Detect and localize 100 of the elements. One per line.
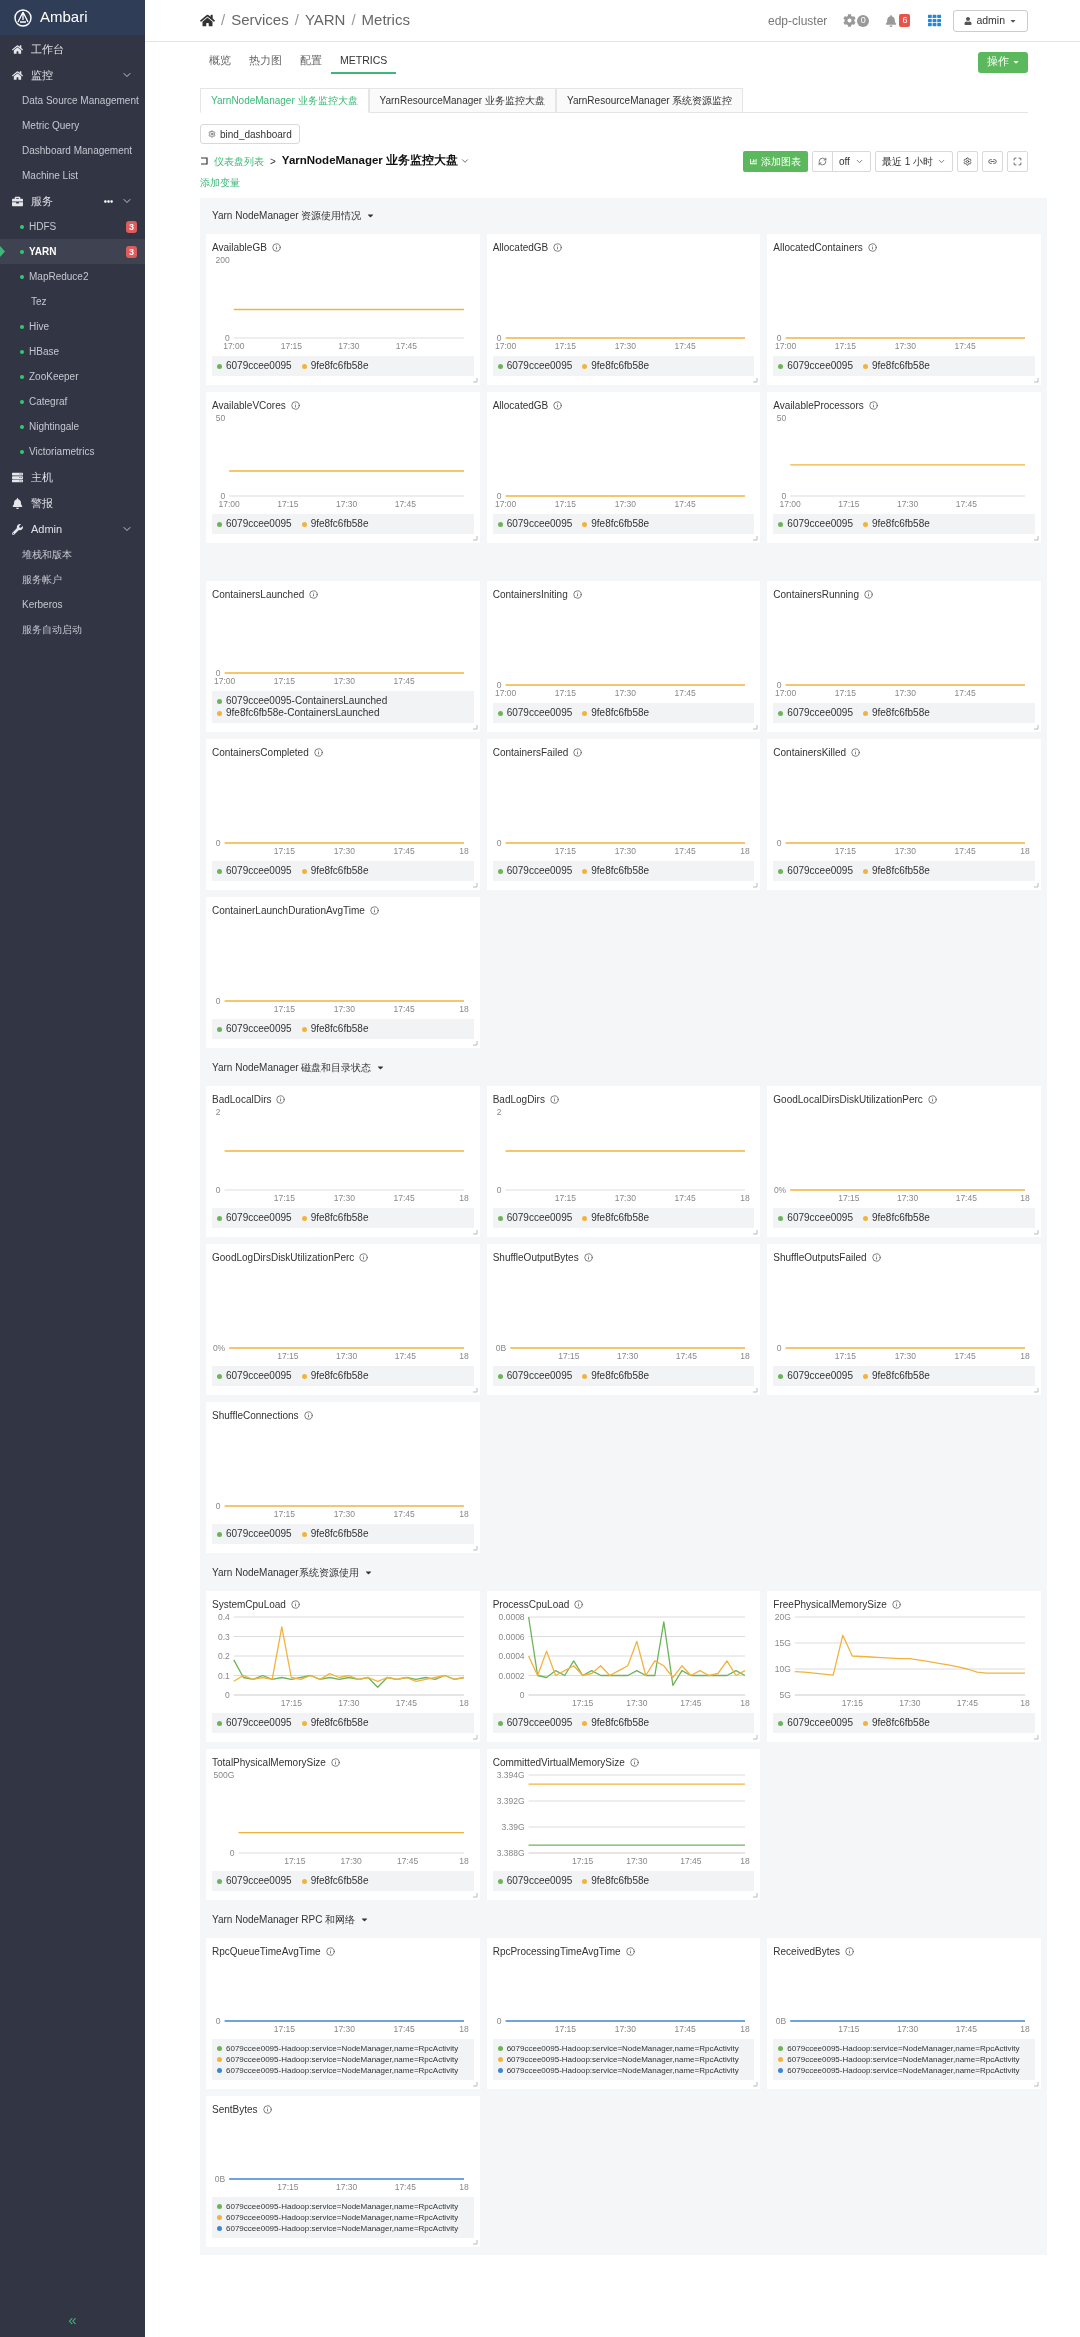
legend-label[interactable]: 6079ccee0095-Hadoop:service=NodeManager,name=RpcActivity	[506, 2043, 739, 2054]
bind-dashboard-button[interactable]: bind_dashboard	[200, 124, 300, 144]
legend-label[interactable]: 6079ccee0095	[506, 1717, 573, 1729]
legend-label[interactable]: 9fe8fc6fb58e	[871, 707, 930, 719]
resize-handle-icon[interactable]	[471, 1734, 478, 1740]
legend-label[interactable]: 9fe8fc6fb58e	[871, 518, 930, 530]
legend-label[interactable]: 9fe8fc6fb58e-ContainersLaunched	[226, 707, 380, 719]
legend-label[interactable]: 9fe8fc6fb58e	[871, 1212, 930, 1224]
section-title[interactable]: Yarn NodeManager系统资源使用	[212, 1564, 359, 1580]
info-icon[interactable]	[927, 1094, 937, 1104]
info-icon[interactable]	[553, 400, 563, 410]
legend-label[interactable]: 6079ccee0095	[506, 865, 573, 877]
user-menu-button[interactable]: admin	[953, 9, 1028, 32]
legend-label[interactable]: 6079ccee0095	[787, 518, 853, 530]
resize-handle-icon[interactable]	[471, 724, 478, 730]
resize-handle-icon[interactable]	[752, 724, 759, 730]
legend-label[interactable]: 6079ccee0095-Hadoop:service=NodeManager,name=RpcActivity	[506, 2065, 739, 2076]
legend-label[interactable]: 6079ccee0095	[787, 360, 853, 372]
info-icon[interactable]	[629, 1757, 639, 1767]
legend-label[interactable]: 6079ccee0095-Hadoop:service=NodeManager,name=RpcActivity	[226, 2212, 459, 2223]
info-icon[interactable]	[583, 1252, 593, 1262]
legend-label[interactable]: 6079ccee0095-Hadoop:service=NodeManager,name=RpcActivity	[226, 2043, 459, 2054]
sidebar-subitem[interactable]: YARN	[29, 244, 57, 259]
home-icon[interactable]	[200, 13, 215, 28]
info-icon[interactable]	[290, 1599, 300, 1609]
info-icon[interactable]	[262, 2104, 272, 2114]
section-title[interactable]: Yarn NodeManager 磁盘和目录状态	[212, 1059, 372, 1075]
resize-handle-icon[interactable]	[471, 1040, 478, 1046]
resize-handle-icon[interactable]	[752, 1892, 759, 1898]
legend-label[interactable]: 6079ccee0095	[787, 1212, 853, 1224]
fullscreen-button[interactable]	[1007, 150, 1028, 172]
resize-handle-icon[interactable]	[752, 535, 759, 541]
breadcrumb-item[interactable]: Services	[231, 9, 289, 32]
info-icon[interactable]	[303, 1410, 313, 1420]
legend-label[interactable]: 6079ccee0095	[226, 1875, 292, 1887]
resize-handle-icon[interactable]	[752, 882, 759, 888]
settings-button[interactable]	[957, 150, 978, 172]
sidebar-subitem[interactable]: Machine List	[22, 168, 79, 183]
tab[interactable]: METRICS	[331, 50, 397, 74]
resize-handle-icon[interactable]	[752, 2081, 759, 2087]
legend-label[interactable]: 9fe8fc6fb58e	[871, 1717, 930, 1729]
time-range-select[interactable]: 最近 1 小时	[874, 150, 953, 172]
dashboard-tab[interactable]: YarnResourceManager 业务监控大盘	[368, 88, 556, 113]
legend-label[interactable]: 9fe8fc6fb58e	[591, 1212, 650, 1224]
sidebar-item[interactable]: 监控	[31, 66, 53, 84]
sidebar-subitem[interactable]: Dashboard Management	[22, 143, 133, 158]
legend-label[interactable]: 9fe8fc6fb58e	[591, 1875, 650, 1887]
info-icon[interactable]	[573, 747, 583, 757]
resize-handle-icon[interactable]	[471, 535, 478, 541]
sidebar-subitem[interactable]: Tez	[31, 294, 47, 309]
resize-handle-icon[interactable]	[471, 2239, 478, 2245]
resize-handle-icon[interactable]	[752, 377, 759, 383]
sidebar-item[interactable]: 主机	[31, 468, 53, 486]
legend-label[interactable]: 9fe8fc6fb58e	[310, 1370, 369, 1382]
info-icon[interactable]	[868, 400, 878, 410]
sidebar-item[interactable]: 服务	[31, 192, 53, 210]
sidebar-subitem[interactable]: Categraf	[29, 394, 68, 409]
info-icon[interactable]	[290, 400, 300, 410]
resize-handle-icon[interactable]	[471, 1545, 478, 1551]
legend-label[interactable]: 6079ccee0095	[226, 1212, 292, 1224]
resize-handle-icon[interactable]	[471, 882, 478, 888]
info-icon[interactable]	[359, 1252, 369, 1262]
legend-label[interactable]: 9fe8fc6fb58e	[310, 865, 369, 877]
info-icon[interactable]	[553, 242, 563, 252]
legend-label[interactable]: 6079ccee0095	[226, 360, 292, 372]
resize-handle-icon[interactable]	[752, 1734, 759, 1740]
legend-label[interactable]: 6079ccee0095	[506, 1370, 573, 1382]
legend-label[interactable]: 6079ccee0095	[506, 707, 573, 719]
legend-label[interactable]: 9fe8fc6fb58e	[591, 360, 650, 372]
legend-label[interactable]: 9fe8fc6fb58e	[591, 518, 650, 530]
dashboard-tab[interactable]: YarnResourceManager 系统资源监控	[556, 88, 744, 113]
legend-label[interactable]: 6079ccee0095-Hadoop:service=NodeManager,name=RpcActivity	[226, 2201, 459, 2212]
legend-label[interactable]: 9fe8fc6fb58e	[310, 1528, 369, 1540]
info-icon[interactable]	[369, 905, 379, 915]
sidebar-subitem[interactable]: Victoriametrics	[29, 444, 95, 459]
legend-label[interactable]: 6079ccee0095	[506, 360, 573, 372]
info-icon[interactable]	[574, 1599, 584, 1609]
legend-label[interactable]: 6079ccee0095	[226, 865, 292, 877]
sidebar-subitem[interactable]: Hive	[29, 319, 49, 334]
resize-handle-icon[interactable]	[752, 1387, 759, 1393]
sidebar-subitem[interactable]: Metric Query	[22, 118, 80, 133]
legend-label[interactable]: 9fe8fc6fb58e	[310, 360, 369, 372]
sidebar-subitem[interactable]: 服务自动启动	[22, 622, 82, 637]
legend-label[interactable]: 9fe8fc6fb58e	[310, 1875, 369, 1887]
section-title[interactable]: Yarn NodeManager RPC 和网络	[212, 1911, 356, 1927]
legend-label[interactable]: 6079ccee0095	[506, 518, 573, 530]
legend-label[interactable]: 6079ccee0095	[226, 1528, 292, 1540]
refresh-interval-select[interactable]: off	[832, 151, 870, 171]
legend-label[interactable]: 9fe8fc6fb58e	[310, 1023, 369, 1035]
legend-label[interactable]: 9fe8fc6fb58e	[310, 1212, 369, 1224]
bell-icon[interactable]	[885, 14, 898, 27]
legend-label[interactable]: 6079ccee0095-Hadoop:service=NodeManager,name=RpcActivity	[226, 2065, 459, 2076]
legend-label[interactable]: 9fe8fc6fb58e	[591, 1370, 650, 1382]
tab[interactable]: 概览	[200, 50, 240, 74]
info-icon[interactable]	[325, 1946, 335, 1956]
legend-label[interactable]: 6079ccee0095	[226, 1370, 292, 1382]
sidebar-subitem[interactable]: 堆栈和版本	[22, 547, 72, 562]
legend-label[interactable]: 6079ccee0095-Hadoop:service=NodeManager,name=RpcActivity	[226, 2054, 459, 2065]
info-icon[interactable]	[851, 747, 861, 757]
resize-handle-icon[interactable]	[471, 377, 478, 383]
